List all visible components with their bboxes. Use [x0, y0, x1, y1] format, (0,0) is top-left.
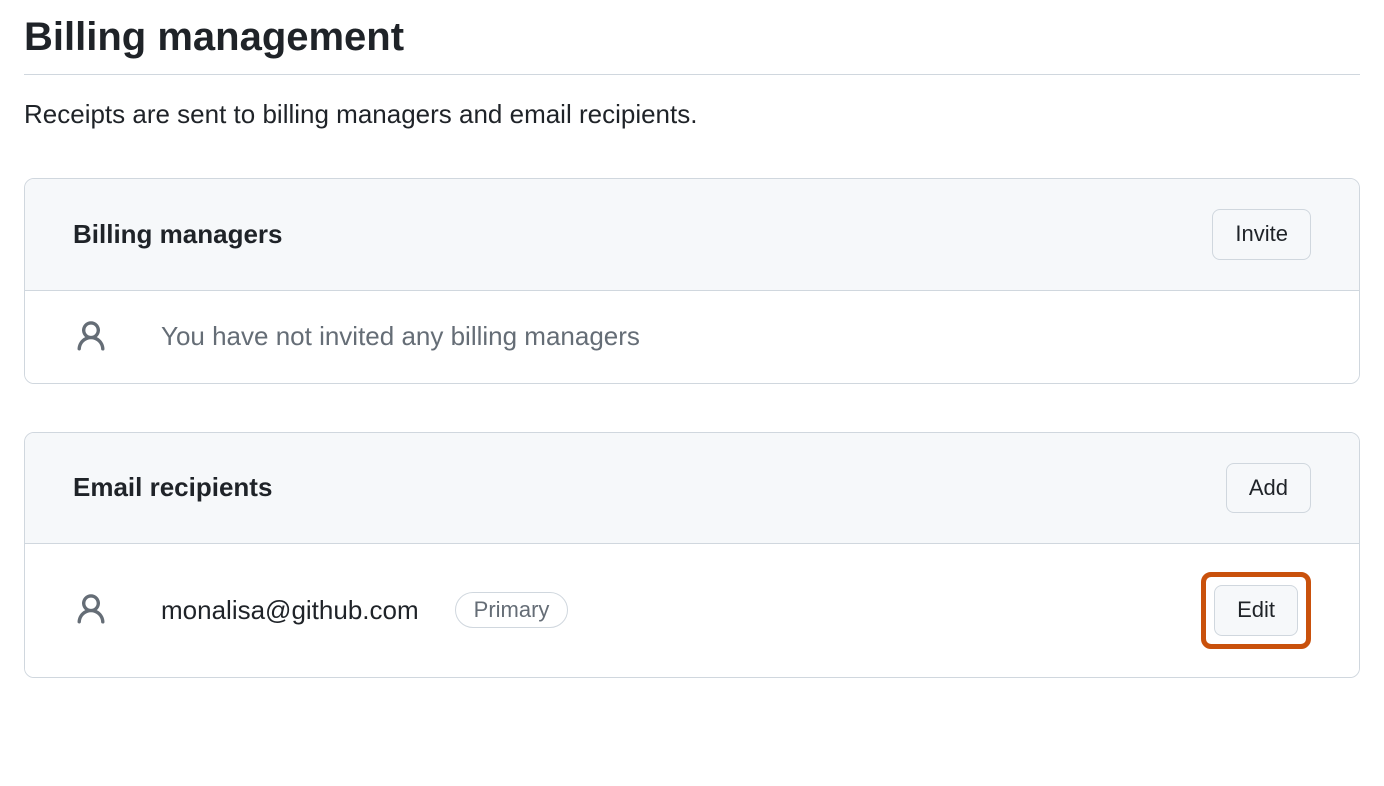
- email-recipients-panel: Email recipients Add monalisa@github.com…: [24, 432, 1360, 678]
- primary-badge: Primary: [455, 592, 569, 628]
- email-recipients-body: monalisa@github.com Primary Edit: [25, 544, 1359, 677]
- person-icon: [73, 592, 113, 628]
- email-recipient-row: monalisa@github.com Primary Edit: [25, 544, 1359, 677]
- billing-managers-empty-row: You have not invited any billing manager…: [25, 291, 1359, 383]
- billing-managers-panel: Billing managers Invite You have not inv…: [24, 178, 1360, 384]
- billing-managers-body: You have not invited any billing manager…: [25, 291, 1359, 383]
- edit-button[interactable]: Edit: [1214, 585, 1298, 636]
- billing-managers-header: Billing managers Invite: [25, 179, 1359, 291]
- email-recipients-header: Email recipients Add: [25, 433, 1359, 545]
- recipient-email: monalisa@github.com: [161, 595, 419, 626]
- person-icon: [73, 319, 113, 355]
- page-title: Billing management: [24, 12, 1360, 75]
- add-button[interactable]: Add: [1226, 463, 1311, 514]
- email-recipients-title: Email recipients: [73, 472, 272, 503]
- billing-managers-title: Billing managers: [73, 219, 283, 250]
- billing-managers-empty-text: You have not invited any billing manager…: [161, 321, 640, 352]
- page-description: Receipts are sent to billing managers an…: [24, 99, 1360, 130]
- invite-button[interactable]: Invite: [1212, 209, 1311, 260]
- edit-highlight: Edit: [1201, 572, 1311, 649]
